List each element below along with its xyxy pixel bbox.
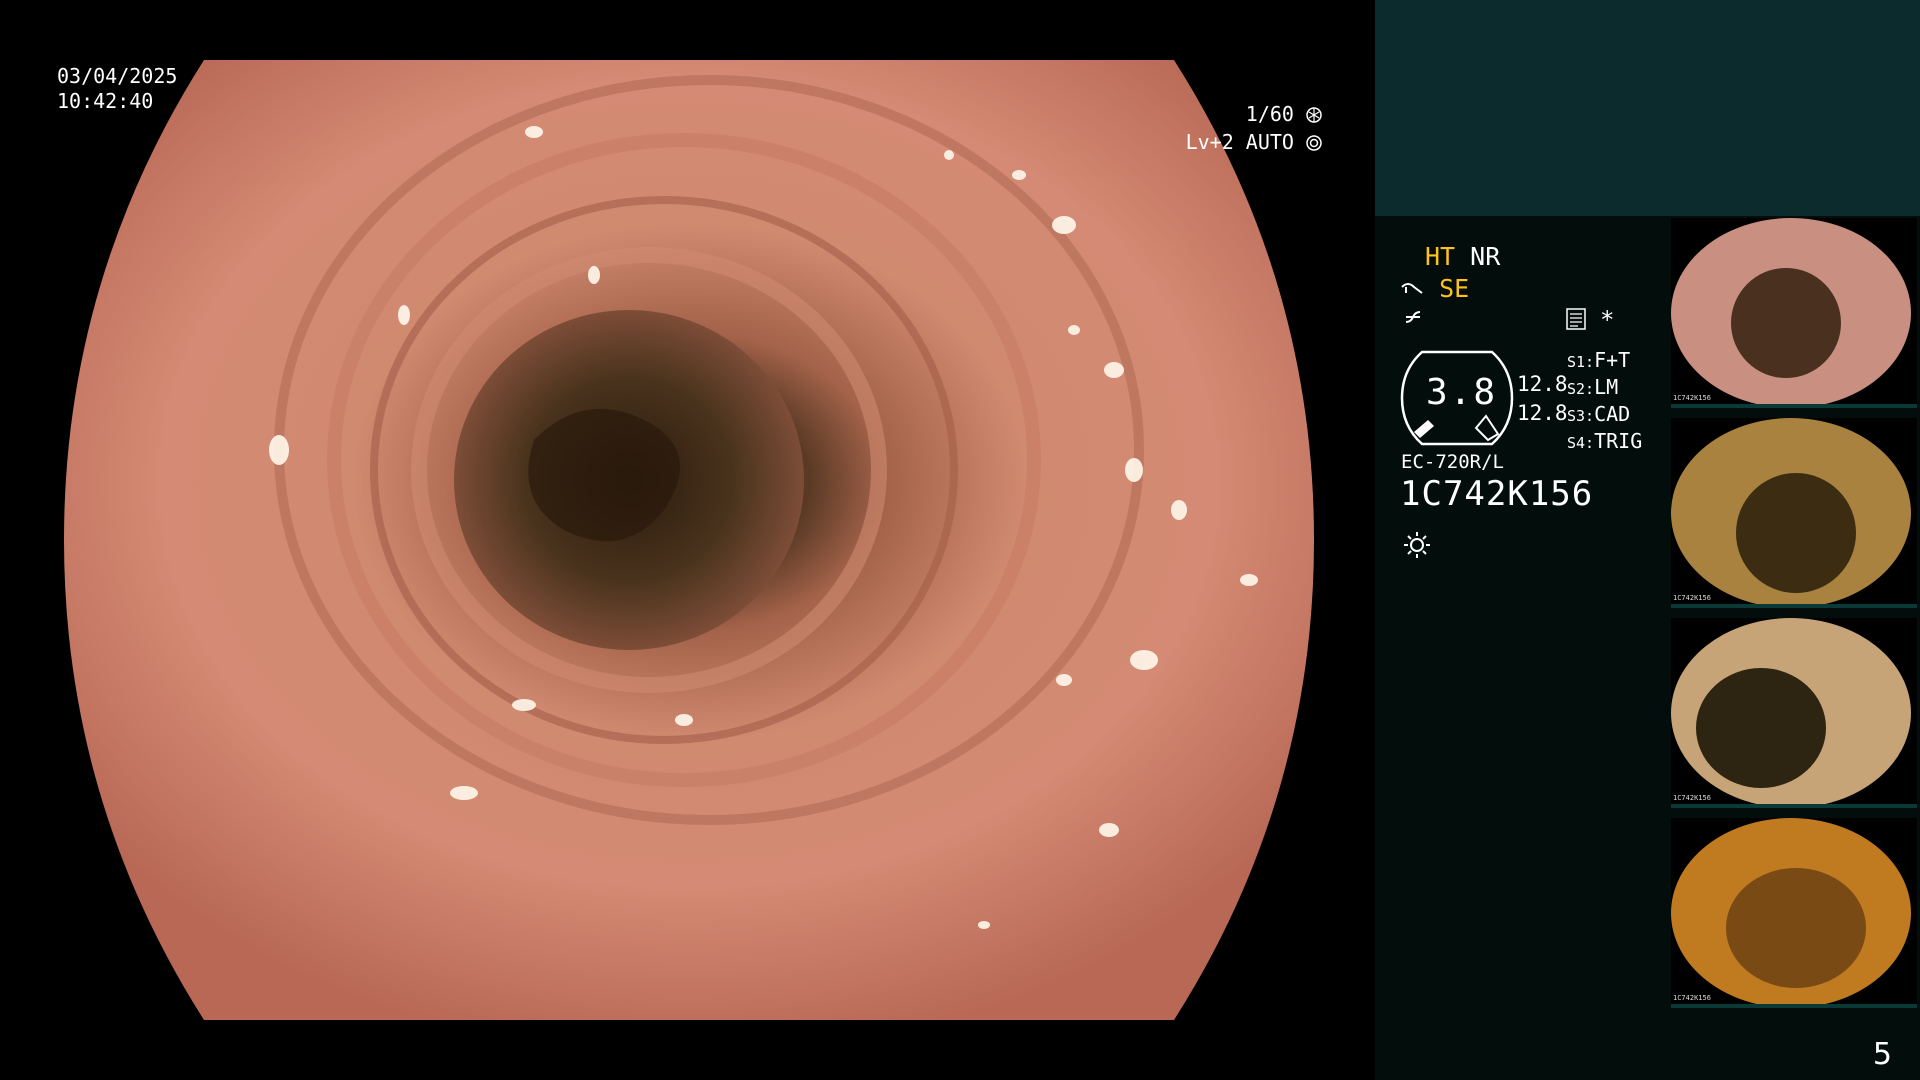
scope-tip-icon <box>1401 283 1423 294</box>
flash-off-icon <box>1405 311 1421 323</box>
thumbnail-image <box>1671 218 1911 408</box>
mode-nr-label: NR <box>1470 242 1501 271</box>
thumbnail-image <box>1671 818 1911 1008</box>
mode-row-2: SE <box>1400 274 1469 303</box>
thumbnail-1[interactable]: 1C742K156 <box>1671 218 1917 408</box>
asterisk-icon: * <box>1600 306 1615 334</box>
switch-row: S1:F+T <box>1567 348 1631 372</box>
scope-model: EC-720R/L <box>1401 451 1504 473</box>
datetime-display: 03/04/2025 10:42:40 <box>57 64 177 114</box>
thumbnail-3[interactable]: 1C742K156 <box>1671 618 1917 808</box>
gauge-value: 3.8 <box>1426 372 1498 413</box>
light-level-text: Lv+2 AUTO <box>1185 130 1294 154</box>
thumbnail-4[interactable]: 1C742K156 <box>1671 818 1917 1008</box>
endoscopic-image <box>64 60 1314 1020</box>
date-text: 03/04/2025 <box>57 64 178 88</box>
mode-row-1: HT NR <box>1425 242 1500 271</box>
thumbnail-image <box>1671 418 1911 608</box>
shutter-icon <box>1306 107 1322 123</box>
switch-row: S2:LM <box>1567 375 1619 399</box>
gauge-side-top: 12.8 <box>1517 372 1568 396</box>
thumbnail-image <box>1671 618 1911 808</box>
thumbnail-serial: 1C742K156 <box>1673 994 1711 1002</box>
endoscope-view-area: 03/04/2025 10:42:40 1/60 Lv+2 AUTO <box>0 0 1374 1080</box>
thumbnail-2[interactable]: 1C742K156 <box>1671 418 1917 608</box>
auto-iris-icon <box>1306 135 1322 151</box>
shutter-speed-text: 1/60 <box>1245 102 1294 126</box>
thumbnail-serial: 1C742K156 <box>1673 794 1711 802</box>
switch-row: S4:TRIG <box>1567 429 1643 453</box>
light-icon <box>1404 532 1430 558</box>
thumbnail-bar <box>1671 1004 1917 1008</box>
time-text: 10:42:40 <box>57 89 154 113</box>
thumbnail-bar <box>1671 804 1917 808</box>
page-number: 5 <box>1872 1037 1892 1072</box>
switch-row: S3:CAD <box>1567 402 1631 426</box>
switch-assignments: S1:F+T S2:LM S3:CAD S4:TRIG <box>1567 348 1642 456</box>
mode-se-label: SE <box>1439 274 1470 303</box>
exposure-info: 1/60 Lv+2 AUTO <box>1186 100 1322 156</box>
thumbnail-bar <box>1671 404 1917 408</box>
panel-header-block <box>1375 0 1920 216</box>
thumbnail-serial: 1C742K156 <box>1673 394 1711 402</box>
record-icon <box>1566 308 1586 330</box>
scope-serial: 1C742K156 <box>1400 474 1594 514</box>
mode-ht-label: HT <box>1425 242 1456 271</box>
thumbnail-serial: 1C742K156 <box>1673 594 1711 602</box>
gauge-side-values: 12.8 12.8 <box>1517 370 1568 428</box>
thumbnail-bar <box>1671 604 1917 608</box>
gauge-side-bottom: 12.8 <box>1517 401 1568 425</box>
